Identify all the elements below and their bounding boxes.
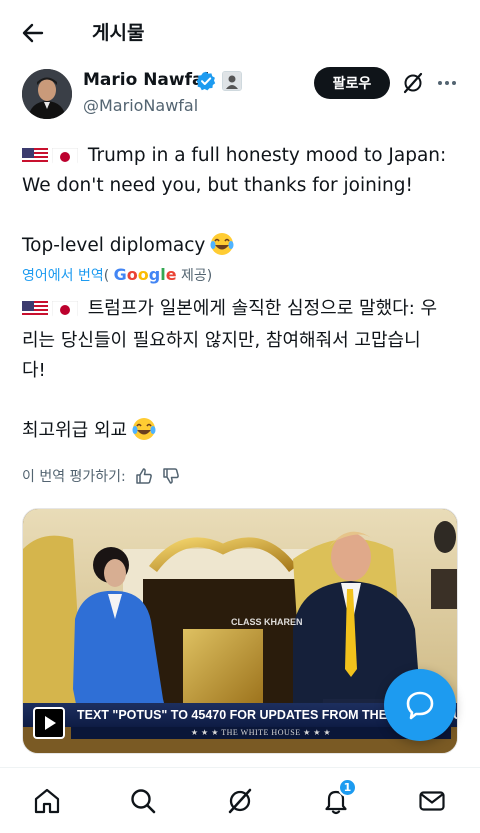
reply-fab-button[interactable] [384,669,456,741]
tweet-text-line: Top-level diplomacy [22,231,235,261]
translation-text-line: 트럼프가 일본에게 솔직한 심정으로 말했다: 우 [22,294,437,324]
search-icon[interactable] [128,786,158,816]
tweet-text-line: Trump in a full honesty mood to Japan: [22,141,446,171]
translation-attribution: 영어에서 번역( Google 제공) [22,265,213,284]
laughing-tears-emoji-icon [131,416,157,442]
translation-text: 최고위급 외교 [22,420,128,441]
laughing-tears-emoji-icon [209,231,235,257]
home-icon[interactable] [32,786,62,816]
affiliate-badge-icon [222,71,242,91]
chat-bubble-icon [406,691,434,720]
provided-label: 제공) [181,268,213,284]
verified-badge-icon [196,71,216,91]
author-name[interactable]: Mario Nawfal [83,70,209,90]
grok-icon[interactable] [225,786,255,816]
japan-flag-icon [52,299,78,317]
messages-icon[interactable] [417,786,447,816]
translation-text: 다! [22,360,46,381]
translation-text-line: 최고위급 외교 [22,416,157,446]
thumbs-up-icon[interactable] [135,467,153,485]
back-arrow-icon[interactable] [20,20,46,46]
translation-text: 트럼프가 일본에게 솔직한 심정으로 말했다: 우 [87,298,438,319]
grok-icon[interactable] [401,71,425,95]
translation-text: 리는 당신들이 필요하지 않지만, 참여해줘서 고맙습니 [22,330,421,351]
author-handle[interactable]: @MarioNawfal [83,96,198,115]
bottom-nav [0,767,480,833]
tweet-text: Top-level diplomacy [22,235,206,256]
translated-from-link[interactable]: 영어에서 번역 [22,268,104,284]
tweet-text: We don't need you, but thanks for joinin… [22,175,413,196]
avatar[interactable] [22,69,72,119]
rate-translation: 이 번역 평가하기: [22,466,180,486]
broadcast-logo: CLASS KHAREN [231,617,303,627]
japan-flag-icon [52,146,78,164]
play-icon[interactable] [33,707,65,739]
google-logo: Google [113,265,177,284]
page-title: 게시물 [92,22,145,44]
more-options-icon[interactable] [436,72,458,94]
tweet-text: Trump in a full honesty mood to Japan: [87,145,447,166]
us-flag-icon [22,299,48,317]
notification-count-badge: 1 [338,778,357,797]
top-bar: 게시물 [0,0,480,64]
thumbs-down-icon[interactable] [162,467,180,485]
us-flag-icon [22,146,48,164]
follow-button[interactable]: 팔로우 [314,67,390,99]
rate-translation-label: 이 번역 평가하기: [22,469,126,485]
